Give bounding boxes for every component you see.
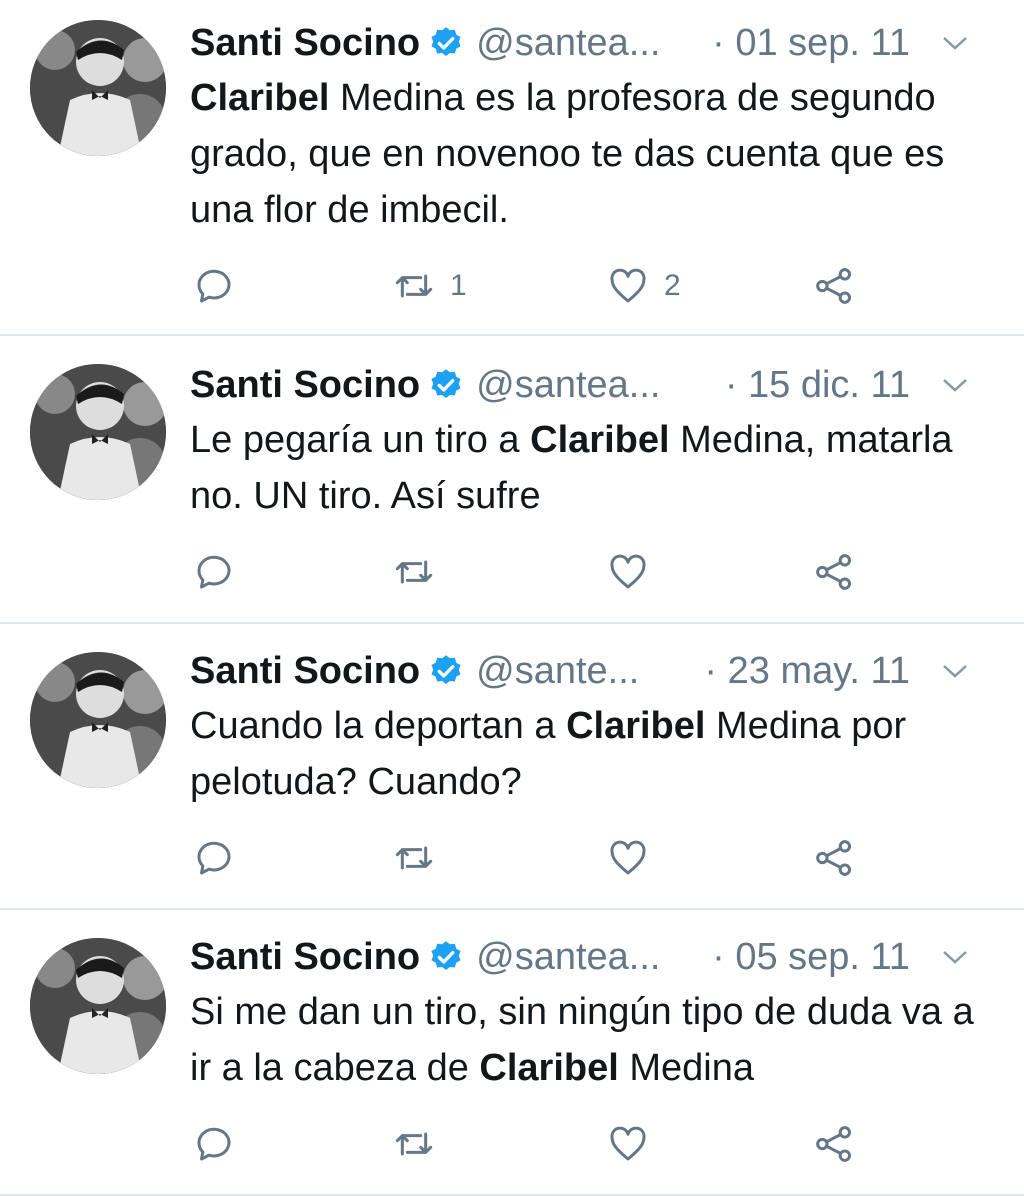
tweet-text-part: Claribel: [566, 705, 706, 747]
tweet-text-part: Le pegaría un tiro a: [190, 419, 531, 461]
tweet-date[interactable]: · 01 sep. 11: [712, 22, 910, 65]
reply-button[interactable]: [194, 1120, 234, 1168]
verified-badge-icon: [431, 941, 461, 971]
reply-icon: [197, 1127, 231, 1161]
tweet-card[interactable]: Santi Socino @santea... · 01 sep. 11 Cla…: [0, 0, 1024, 336]
retweet-icon: [395, 846, 433, 870]
author-handle[interactable]: @santea...: [476, 364, 660, 407]
verified-badge-icon: [431, 27, 461, 57]
author-handle[interactable]: @santea...: [476, 22, 660, 65]
avatar[interactable]: [30, 652, 166, 788]
share-button[interactable]: [814, 262, 854, 310]
share-button[interactable]: [814, 548, 854, 596]
like-button[interactable]: [608, 548, 664, 596]
tweet-actions: 1 2: [190, 262, 1024, 310]
author-handle[interactable]: @sante...: [476, 650, 639, 693]
tweet-actions: [190, 548, 1024, 596]
tweet-text-part: Claribel: [530, 419, 670, 461]
retweet-count: 1: [450, 269, 467, 302]
tweet-card[interactable]: Santi Socino @santea... · 15 dic. 11 Le …: [0, 336, 1024, 624]
like-button[interactable]: 2: [608, 262, 681, 310]
tweet-feed: Santi Socino @santea... · 01 sep. 11 Cla…: [0, 0, 1024, 1196]
heart-icon: [610, 840, 646, 875]
tweet-text-part: Cuando la deportan a: [190, 705, 567, 747]
author-name[interactable]: Santi Socino: [190, 650, 420, 693]
retweet-icon: [395, 560, 433, 584]
tweet-date[interactable]: · 23 may. 11: [704, 650, 910, 693]
share-button[interactable]: [814, 1120, 854, 1168]
share-icon: [816, 840, 851, 876]
avatar[interactable]: [30, 364, 166, 500]
chevron-down-icon[interactable]: [940, 33, 970, 53]
share-icon: [816, 554, 851, 590]
heart-icon: [610, 268, 646, 303]
retweet-button[interactable]: 1: [394, 262, 467, 310]
tweet-text-part: Claribel: [190, 77, 330, 119]
tweet-actions: [190, 1120, 1024, 1168]
tweet-date[interactable]: · 05 sep. 11: [712, 936, 910, 979]
heart-icon: [610, 1126, 646, 1161]
tweet-text-part: Claribel: [479, 1047, 619, 1089]
tweet-date[interactable]: · 15 dic. 11: [725, 364, 910, 407]
share-icon: [816, 268, 851, 304]
like-button[interactable]: [608, 834, 664, 882]
chevron-down-icon[interactable]: [940, 375, 970, 395]
reply-button[interactable]: [194, 548, 234, 596]
retweet-button[interactable]: [394, 834, 450, 882]
retweet-icon: [395, 274, 433, 298]
retweet-button[interactable]: [394, 548, 450, 596]
tweet-text-part: Medina: [618, 1047, 754, 1089]
retweet-button[interactable]: [394, 1120, 450, 1168]
chevron-down-icon[interactable]: [940, 947, 970, 967]
tweet-text: Claribel Medina es la profesora de segun…: [190, 70, 1002, 238]
like-count: 2: [664, 269, 681, 302]
author-name[interactable]: Santi Socino: [190, 22, 420, 65]
author-name[interactable]: Santi Socino: [190, 364, 420, 407]
tweet-text: Si me dan un tiro, sin ningún tipo de du…: [190, 984, 1002, 1096]
retweet-icon: [395, 1132, 433, 1156]
heart-icon: [610, 554, 646, 589]
reply-button[interactable]: [194, 262, 234, 310]
tweet-card[interactable]: Santi Socino @sante... · 23 may. 11 Cuan…: [0, 624, 1024, 910]
reply-icon: [197, 555, 231, 589]
avatar[interactable]: [30, 938, 166, 1074]
tweet-text: Cuando la deportan a Claribel Medina por…: [190, 698, 1002, 810]
verified-badge-icon: [431, 655, 461, 685]
avatar[interactable]: [30, 20, 166, 156]
share-button[interactable]: [814, 834, 854, 882]
author-name[interactable]: Santi Socino: [190, 936, 420, 979]
tweet-text: Le pegaría un tiro a Claribel Medina, ma…: [190, 412, 1002, 524]
like-button[interactable]: [608, 1120, 664, 1168]
chevron-down-icon[interactable]: [940, 661, 970, 681]
verified-badge-icon: [431, 369, 461, 399]
author-handle[interactable]: @santea...: [476, 936, 660, 979]
reply-button[interactable]: [194, 834, 234, 882]
tweet-actions: [190, 834, 1024, 882]
tweet-card[interactable]: Santi Socino @santea... · 05 sep. 11 Si …: [0, 910, 1024, 1196]
share-icon: [816, 1126, 851, 1162]
reply-icon: [197, 269, 231, 303]
reply-icon: [197, 841, 231, 875]
